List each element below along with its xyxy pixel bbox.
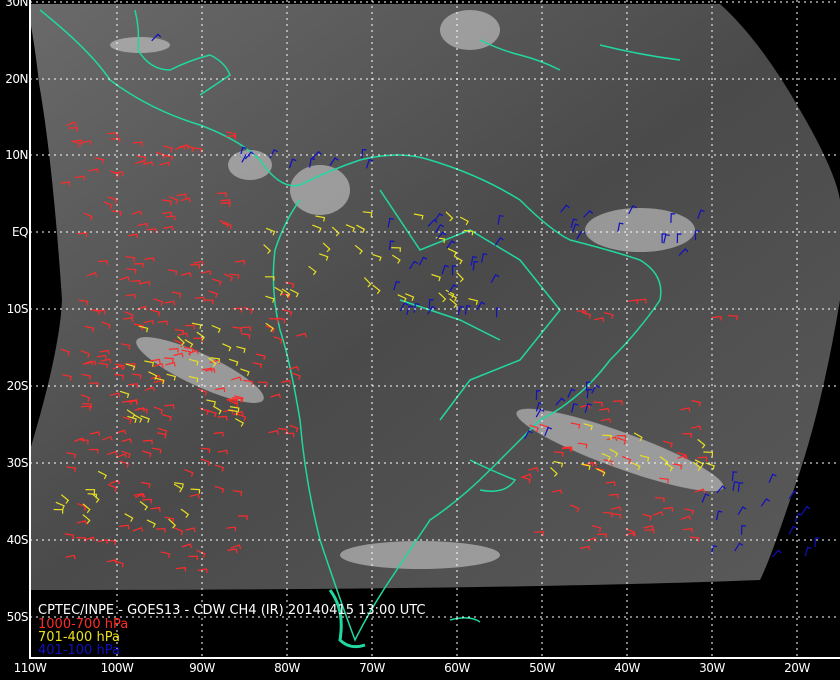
lat-label: 20S <box>6 379 29 393</box>
lat-label: 20N <box>5 72 28 86</box>
lon-label: 80W <box>274 661 300 675</box>
lon-label: 90W <box>189 661 215 675</box>
lon-label: 40W <box>614 661 640 675</box>
lon-label: 100W <box>100 661 134 675</box>
lon-label: 60W <box>444 661 470 675</box>
wind-barb <box>804 546 812 557</box>
lat-label: 10S <box>6 302 29 316</box>
wind-barb <box>788 525 798 535</box>
lat-label: 50S <box>6 610 29 624</box>
lat-label: 10N <box>5 148 28 162</box>
lon-label: 50W <box>529 661 555 675</box>
wind-barb <box>801 505 811 515</box>
wind-barb <box>771 549 782 558</box>
lon-label: 110W <box>13 661 47 675</box>
lat-label: EQ <box>11 225 29 239</box>
lon-label: 30W <box>699 661 725 675</box>
satellite-map <box>29 0 840 659</box>
lat-label: 40S <box>6 533 29 547</box>
lat-label: 30N <box>5 0 28 9</box>
wind-barb <box>814 537 820 548</box>
lon-label: 20W <box>784 661 810 675</box>
image-title: CPTEC/INPE - GOES13 - CDW CH4 (IR) 20140… <box>38 603 426 618</box>
lat-label: 30S <box>6 456 29 470</box>
lon-label: 70W <box>359 661 385 675</box>
legend-high-level: 401-100 hPa <box>38 643 120 658</box>
wind-barb <box>794 513 803 523</box>
